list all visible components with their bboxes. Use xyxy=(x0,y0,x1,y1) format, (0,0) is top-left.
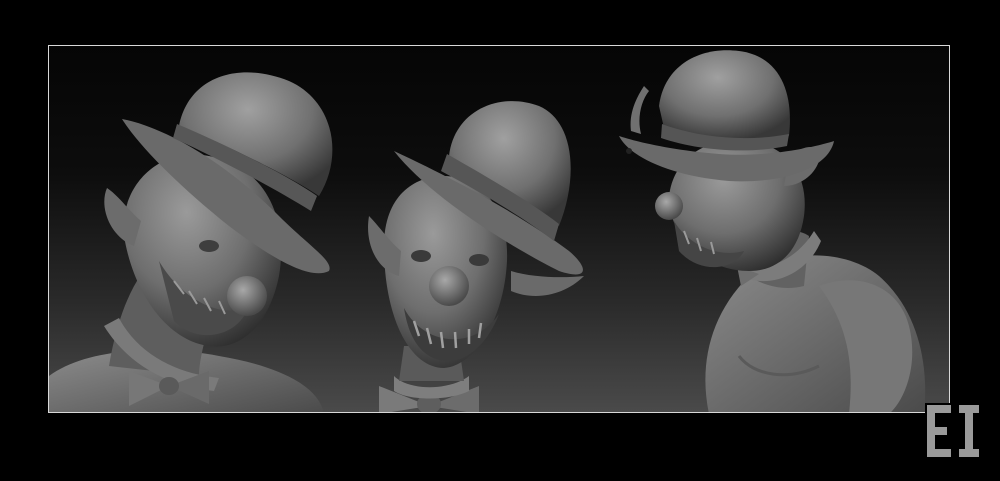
clown-sculpt-render xyxy=(49,50,926,412)
clown-figure-front xyxy=(368,101,584,412)
render-frame xyxy=(48,45,950,413)
studio-logo-icon xyxy=(925,403,981,459)
render-stage xyxy=(0,0,1000,481)
clown-figure-left xyxy=(49,72,333,412)
clown-figure-side xyxy=(619,50,926,412)
